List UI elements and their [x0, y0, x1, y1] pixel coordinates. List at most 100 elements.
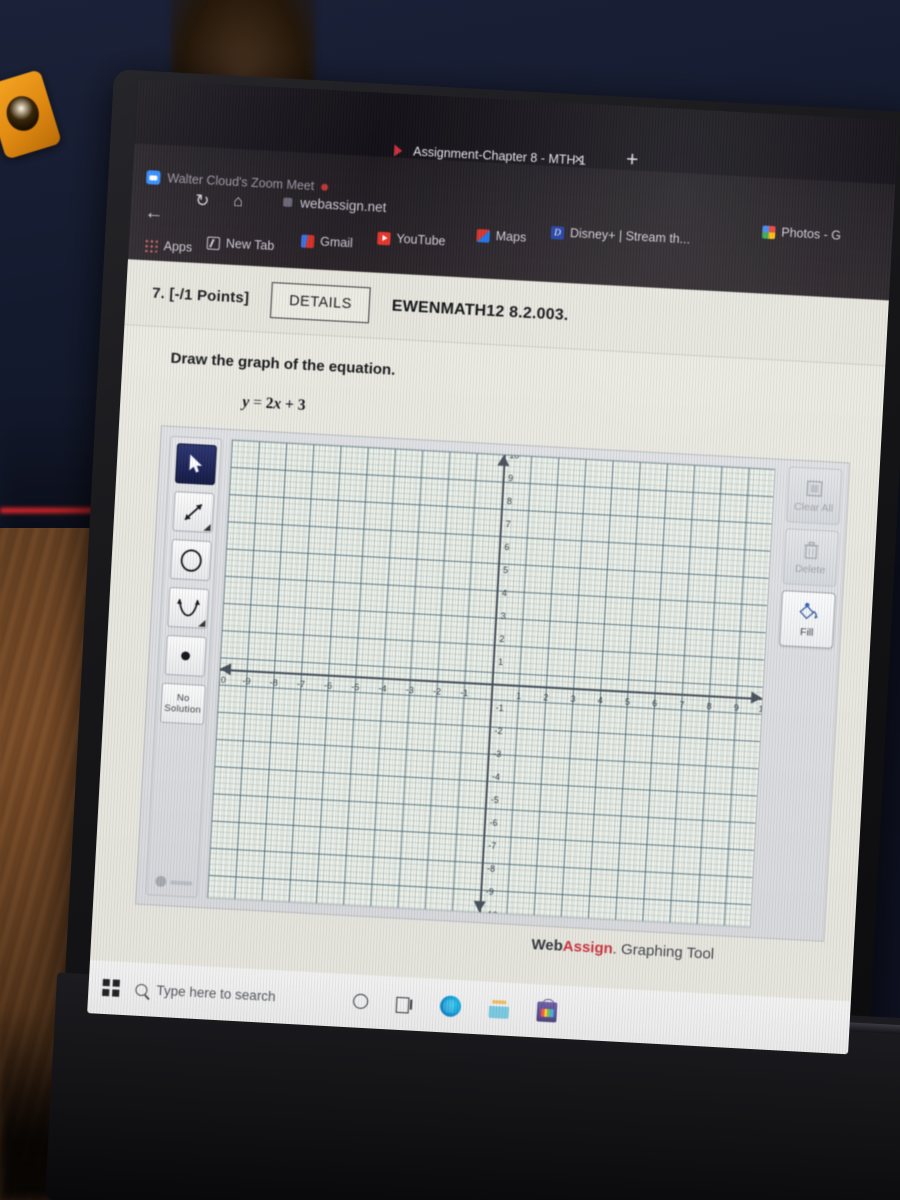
point-tool[interactable]	[164, 634, 207, 677]
bookmark-maps[interactable]: Maps	[476, 228, 527, 245]
y-tick-label: 5	[502, 564, 509, 576]
fill-label: Fill	[799, 625, 814, 639]
double-arrow-line-icon	[184, 503, 203, 521]
paint-bucket-icon	[799, 602, 819, 619]
vendor-wordmark	[170, 879, 193, 886]
bookmark-label: Photos - G	[780, 225, 842, 243]
brand-web: Web	[531, 936, 564, 955]
tab-close-button[interactable]: ×	[573, 151, 584, 169]
youtube-icon	[377, 231, 391, 245]
equation-rest: + 3	[280, 395, 306, 415]
delete-button: Delete	[782, 528, 840, 587]
bookmark-label: New Tab	[225, 236, 275, 254]
brand-rest: . Graphing Tool	[612, 940, 715, 963]
action-rail: Clear All Delete Fill	[770, 466, 844, 769]
graph-canvas[interactable]: -10 -9 -8 -7 -6 -5 -4 -3 -2 -1 1 2 3 4 5 6 7 8 9 10 10 9 8 7 6 5…	[206, 439, 776, 928]
task-view-icon[interactable]	[396, 996, 413, 1011]
y-tick-label: 1	[497, 656, 504, 668]
bookmark-apps[interactable]: Apps	[144, 238, 193, 255]
edge-icon[interactable]	[439, 995, 462, 1018]
x-tick-label: -6	[323, 680, 333, 691]
y-tick-label: 6	[504, 541, 510, 553]
new-tab-icon	[206, 235, 221, 250]
bookmark-label: Apps	[163, 239, 193, 255]
tool-options-corner-icon[interactable]	[198, 619, 206, 627]
y-tick-label: 8	[506, 496, 513, 507]
y-tick-label: 4	[501, 587, 508, 599]
x-tick-label: 3	[570, 693, 576, 705]
x-tick-label: 9	[733, 702, 740, 713]
circle-tool[interactable]	[169, 538, 212, 582]
parabola-icon	[176, 598, 200, 617]
site-info-icon	[283, 197, 293, 207]
vendor-mark-icon	[155, 875, 167, 888]
fill-button[interactable]: Fill	[778, 590, 836, 649]
tool-vendor-logo	[155, 875, 193, 889]
x-tick-label: -8	[269, 677, 279, 688]
bookmark-photos[interactable]: Photos - G	[762, 224, 842, 243]
cortana-icon[interactable]	[353, 993, 369, 1010]
y-tick-label: 9	[507, 473, 514, 484]
no-solution-line-1: No	[176, 692, 190, 705]
x-tick-label: 1	[515, 690, 522, 702]
search-icon	[135, 983, 148, 996]
tool-options-corner-icon[interactable]	[203, 523, 211, 532]
x-axis-right-arrow-icon	[750, 691, 763, 705]
question-code: EWENMATH12 8.2.003.	[391, 297, 569, 324]
line-tool[interactable]	[172, 491, 215, 534]
delete-label: Delete	[794, 562, 826, 576]
tab-title: Assignment-Chapter 8 - MTH 1	[412, 144, 587, 168]
bookmark-label: Maps	[495, 229, 527, 245]
laptop: Walter Cloud's Zoom Meet Assignment-Chap…	[44, 69, 900, 1200]
address-text: webassign.net	[299, 194, 387, 215]
x-tick-label: 8	[706, 701, 712, 712]
x-tick-label: 5	[624, 696, 631, 707]
bookmark-new-tab[interactable]: New Tab	[206, 235, 275, 254]
brand-assign: Assign	[562, 937, 614, 958]
y-tick-label: -5	[490, 794, 500, 806]
question-equation: y = 2x + 3	[242, 394, 306, 415]
laptop-screen: Walter Cloud's Zoom Meet Assignment-Chap…	[87, 79, 899, 1055]
start-button-icon[interactable]	[102, 978, 120, 997]
cursor-arrow-icon	[189, 454, 203, 473]
question-points: 7. [-/1 Points]	[151, 284, 250, 307]
bookmark-youtube[interactable]: YouTube	[377, 231, 446, 249]
y-tick-label: -10	[484, 909, 498, 921]
y-tick-label: 3	[500, 610, 506, 622]
no-solution-button[interactable]: No Solution	[159, 682, 207, 725]
x-tick-label: 10	[758, 703, 769, 715]
circle-outline-icon	[180, 548, 202, 572]
bookmark-gmail[interactable]: Gmail	[300, 234, 354, 251]
webassign-page: 7. [-/1 Points] DETAILS EWENMATH12 8.2.0…	[89, 259, 889, 1002]
microsoft-store-icon[interactable]	[536, 1000, 558, 1023]
app-icon[interactable]	[488, 999, 510, 1019]
webassign-branding: WebAssign. Graphing Tool	[531, 936, 715, 963]
y-tick-label: 2	[499, 633, 505, 645]
filled-dot-icon	[181, 651, 190, 661]
parabola-tool[interactable]	[167, 586, 210, 630]
taskbar-search-input[interactable]: Type here to search	[135, 982, 276, 1004]
equation-equals: =	[248, 393, 267, 412]
x-axis-left-arrow-icon	[219, 662, 232, 676]
x-tick-label: -5	[351, 681, 360, 693]
gmail-icon	[300, 234, 315, 248]
x-tick-label: -9	[242, 676, 251, 687]
y-tick-label: 7	[505, 519, 511, 530]
graphing-tool: No Solution -10 -9 -8 -7 -6 -5 -4 -3 -2 …	[135, 425, 850, 942]
details-button[interactable]: DETAILS	[270, 281, 371, 323]
select-tool[interactable]	[174, 443, 218, 486]
bookmark-label: YouTube	[396, 231, 446, 249]
y-tick-label: -8	[486, 863, 496, 874]
webassign-icon	[392, 143, 407, 158]
x-tick-label: -1	[459, 687, 469, 699]
google-photos-icon	[762, 224, 776, 239]
x-tick-label: 2	[543, 692, 549, 703]
disney-icon: D	[550, 225, 565, 240]
browser-tab-assignment[interactable]: Assignment-Chapter 8 - MTH 1	[392, 143, 586, 167]
y-tick-label: 10	[509, 450, 520, 461]
new-tab-button[interactable]: +	[625, 148, 638, 173]
x-tick-label: 4	[597, 695, 604, 706]
bookmark-label: Gmail	[319, 234, 354, 251]
x-tick-label: 6	[651, 698, 658, 709]
y-tick-label: -3	[492, 748, 502, 760]
